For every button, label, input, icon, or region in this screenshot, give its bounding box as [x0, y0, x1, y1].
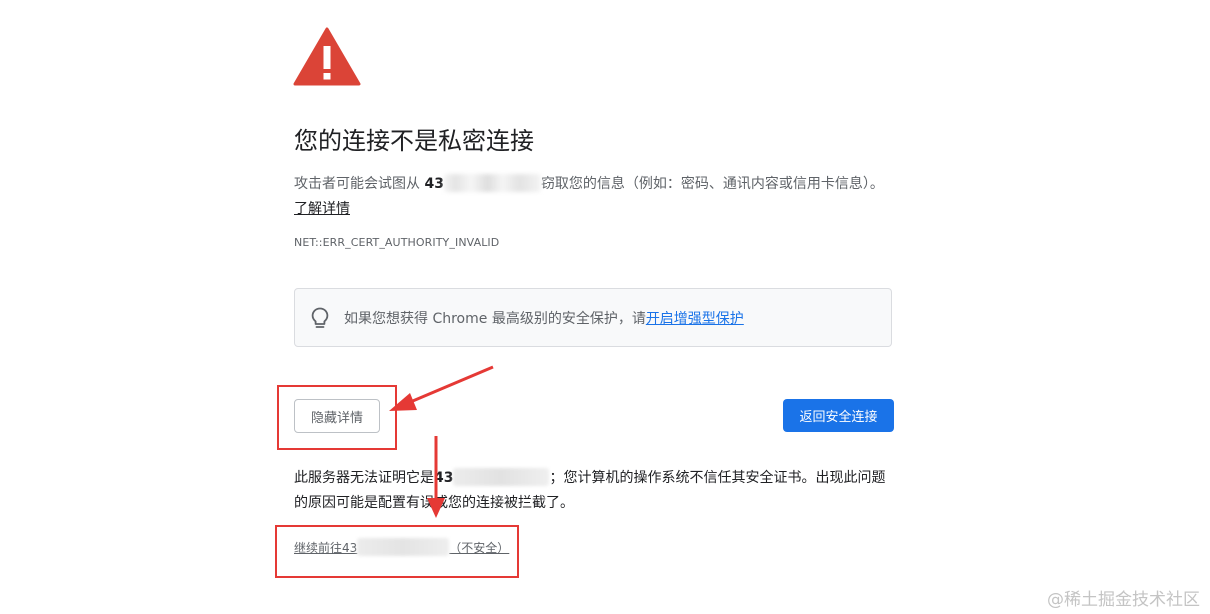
- annotation-arrow-to-button: [389, 365, 494, 411]
- watermark: @稀土掘金技术社区: [1047, 590, 1200, 610]
- intro-text-before: 攻击者可能会试图从: [294, 176, 425, 192]
- details-host: 43: [434, 470, 454, 486]
- intro-paragraph: 攻击者可能会试图从 43 窃取您的信息（例如：密码、通讯内容或信用卡信息）。了解详…: [294, 172, 894, 222]
- details-paragraph: 此服务器无法证明它是43 ；您计算机的操作系统不信任其安全证书。出现此问题的原因可…: [294, 466, 894, 516]
- page-title: 您的连接不是私密连接: [294, 127, 534, 155]
- intro-text-after: 窃取您的信息（例如：密码、通讯内容或信用卡信息）。: [540, 176, 884, 192]
- learn-more-link[interactable]: 了解详情: [294, 201, 350, 217]
- callout-text: 如果您想获得 Chrome 最高级别的安全保护，请: [344, 311, 646, 327]
- warning-triangle-icon: [293, 27, 361, 86]
- annotation-box-proceed: [275, 525, 519, 578]
- annotation-box-hide-details: [277, 385, 397, 450]
- details-text-before: 此服务器无法证明它是: [294, 470, 434, 486]
- callout-message: 如果您想获得 Chrome 最高级别的安全保护，请开启增强型保护: [344, 308, 744, 328]
- redacted-host: [443, 174, 541, 192]
- redacted-host: [453, 468, 550, 486]
- intro-host: 43: [424, 176, 444, 192]
- enhanced-protection-link[interactable]: 开启增强型保护: [646, 311, 744, 327]
- enhanced-protection-callout: 如果您想获得 Chrome 最高级别的安全保护，请开启增强型保护: [294, 288, 892, 347]
- back-to-safety-button[interactable]: 返回安全连接: [783, 399, 894, 432]
- error-code: NET::ERR_CERT_AUTHORITY_INVALID: [294, 236, 500, 249]
- lightbulb-icon: [311, 307, 329, 328]
